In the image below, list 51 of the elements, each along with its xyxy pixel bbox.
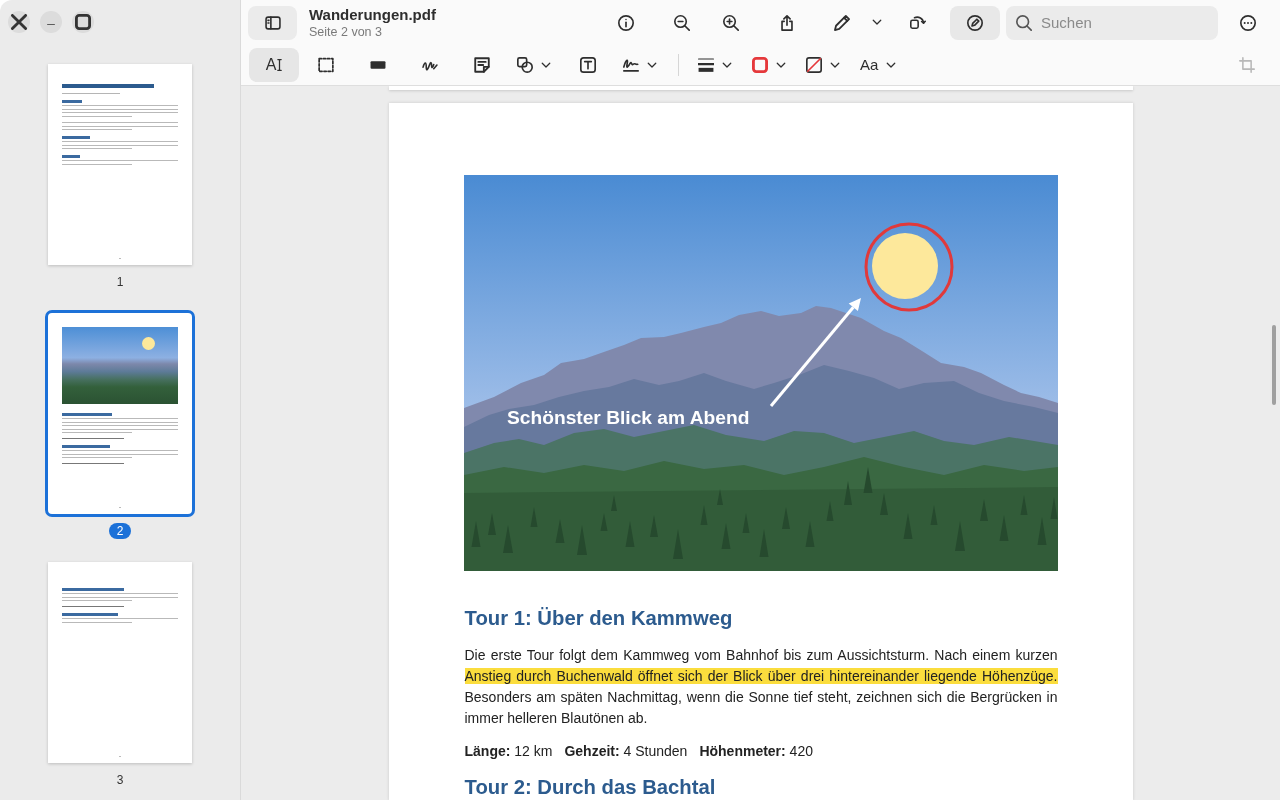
page-number: 3 xyxy=(115,772,125,788)
maximize-button[interactable] xyxy=(72,11,94,33)
page-indicator: Seite 2 von 3 xyxy=(309,23,382,40)
sun xyxy=(871,233,938,299)
text-annotation[interactable]: Schönster Blick am Abend xyxy=(506,407,749,428)
tour-fact: Höhenmeter: 420 xyxy=(699,742,813,761)
scrollbar-thumb[interactable] xyxy=(1272,325,1276,405)
text-cursor-icon xyxy=(277,58,283,72)
signature-icon xyxy=(623,57,639,73)
page-number: 1 xyxy=(115,274,125,290)
chevron-icon xyxy=(830,61,840,69)
search-field[interactable]: Suchen xyxy=(1006,5,1218,40)
note-icon xyxy=(474,57,490,73)
tour-fact: Gehzeit: 4 Stunden xyxy=(564,742,688,761)
page-thumbnail[interactable] xyxy=(45,310,195,517)
shapes-icon xyxy=(517,57,533,73)
text-select-tool-button[interactable]: A xyxy=(249,48,299,82)
zoom-in-icon xyxy=(723,14,739,31)
chevron-icon xyxy=(722,61,732,69)
sidebar-toggle-button[interactable] xyxy=(248,5,297,40)
close-icon xyxy=(11,14,27,30)
section-heading: Tour 1: Über den Kammweg xyxy=(464,606,734,630)
page-number: 2 xyxy=(109,523,131,539)
circle-annotation[interactable] xyxy=(864,222,953,312)
more-icon xyxy=(1240,14,1256,31)
info-icon xyxy=(618,14,634,31)
close-button[interactable] xyxy=(8,11,30,33)
document-title: Wanderungen.pdf xyxy=(309,5,436,24)
no-fill-swatch-icon xyxy=(806,57,822,73)
pencil-circle-icon xyxy=(967,14,983,31)
share-icon xyxy=(779,14,795,31)
maximize-icon xyxy=(75,14,91,30)
sidebar-icon xyxy=(264,14,281,31)
chevron-icon xyxy=(872,19,882,26)
annotate-button[interactable] xyxy=(950,5,1000,40)
crop-icon xyxy=(1239,57,1255,73)
pencil-icon xyxy=(834,14,850,31)
line-width-icon xyxy=(698,57,714,73)
page-thumbnail[interactable] xyxy=(48,64,192,265)
text-box-icon xyxy=(580,57,596,73)
selection-rectangle-icon xyxy=(318,57,334,73)
arrow-annotation[interactable] xyxy=(769,298,861,407)
chevron-icon xyxy=(886,61,897,69)
zoom-out-icon xyxy=(674,14,690,31)
font-button[interactable]: Aa xyxy=(852,48,904,82)
minimize-icon xyxy=(47,23,55,26)
chevron-icon xyxy=(776,61,786,69)
section-heading: Tour 2: Durch das Bachtal xyxy=(464,776,717,798)
rotate-icon xyxy=(910,14,926,31)
tour-fact: Länge: 12 km xyxy=(464,742,553,761)
page-thumbnail[interactable] xyxy=(48,562,192,763)
